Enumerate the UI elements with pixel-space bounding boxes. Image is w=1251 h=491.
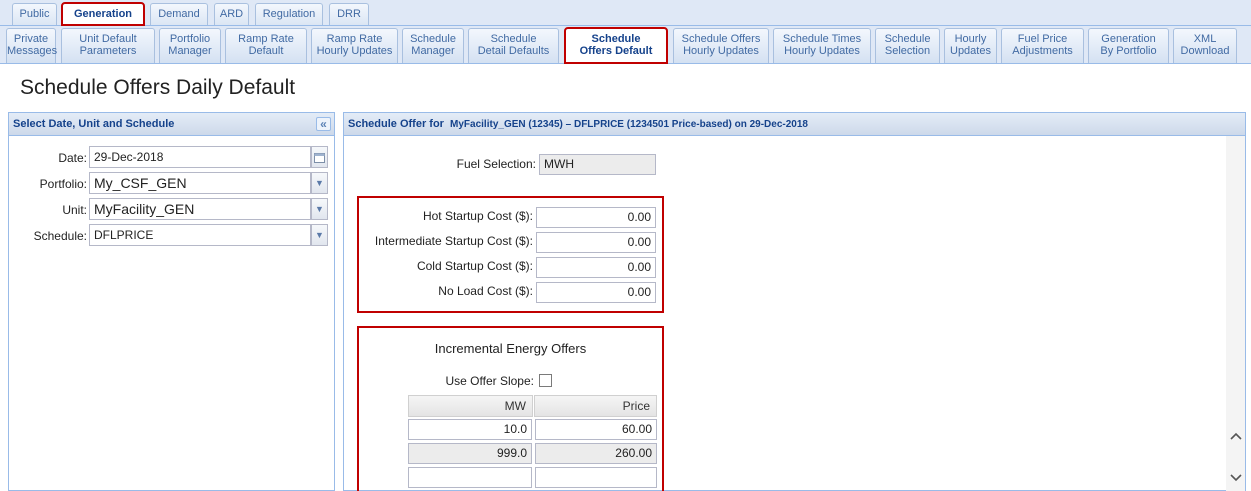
schedule-offer-panel: Schedule Offer for MyFacility_GEN (12345… (343, 112, 1246, 491)
select-panel-header: Select Date, Unit and Schedule « (9, 113, 334, 136)
subtab-schedule-detail-defaults[interactable]: Schedule Detail Defaults (468, 28, 559, 63)
subtab-ramp-rate-default[interactable]: Ramp Rate Default (225, 28, 307, 63)
offer-slope-label: Use Offer Slope: (445, 374, 535, 388)
offer-slope-checkbox[interactable] (539, 374, 552, 387)
date-label: Date: (58, 151, 87, 165)
chevron-down-icon[interactable]: ▼ (311, 198, 328, 220)
no-load-label: No Load Cost ($): (438, 284, 533, 298)
schedule-label: Schedule: (33, 229, 87, 243)
subtab-label: Schedule (884, 33, 931, 45)
tab-public[interactable]: Public (12, 3, 57, 25)
subtab-ramp-rate-hourly-updates[interactable]: Ramp Rate Hourly Updates (311, 28, 398, 63)
subtab-unit-default-parameters[interactable]: Unit Default Parameters (61, 28, 155, 63)
subtab-label: Hourly Updates (316, 45, 393, 57)
subtab-label: Adjustments (1012, 45, 1073, 57)
schedule-offer-detail: MyFacility_GEN (12345) – DFLPRICE (12345… (450, 119, 808, 130)
incremental-offers-title: Incremental Energy Offers (434, 341, 587, 356)
subtab-label: Fuel Price (1017, 33, 1068, 45)
chevron-down-icon[interactable]: ▼ (311, 172, 328, 194)
fuel-selection-label: Fuel Selection: (456, 157, 536, 171)
subtab-label: Unit Default (79, 33, 137, 45)
subtab-label: Parameters (79, 45, 137, 57)
subtab-xml-download[interactable]: XML Download (1173, 28, 1237, 63)
subtab-label: Portfolio (169, 33, 211, 45)
subtab-label: Updates (950, 45, 991, 57)
subtab-label: Ramp Rate (238, 33, 294, 45)
select-panel: Select Date, Unit and Schedule « Date: 2… (8, 112, 335, 491)
subtab-schedule-times-hourly-updates[interactable]: Schedule Times Hourly Updates (773, 28, 871, 63)
offer-price-input[interactable]: 60.00 (535, 419, 657, 440)
subtab-schedule-selection[interactable]: Schedule Selection (875, 28, 940, 63)
subtab-label: Selection (884, 45, 931, 57)
offer-price-input[interactable] (535, 467, 657, 488)
offer-mw-input[interactable] (408, 467, 532, 488)
tab-drr[interactable]: DRR (329, 3, 369, 25)
tab-regulation[interactable]: Regulation (255, 3, 323, 25)
subtab-label: Offers Default (579, 45, 653, 57)
schedule-offer-body: Fuel Selection: MWH Hot Startup Cost ($)… (344, 136, 1227, 491)
scroll-up-icon[interactable] (1228, 428, 1243, 443)
subtab-label: Manager (168, 45, 212, 57)
subtab-label: Default (248, 45, 284, 57)
hot-startup-label: Hot Startup Cost ($): (422, 209, 533, 223)
date-field[interactable]: 29-Dec-2018 (89, 146, 311, 168)
intermediate-startup-label: Intermediate Startup Cost ($): (374, 234, 533, 248)
portfolio-select[interactable]: My_CSF_GEN (89, 172, 311, 194)
subtab-schedule-offers-default[interactable]: Schedule Offers Default (564, 27, 668, 64)
unit-label: Unit: (62, 203, 87, 217)
chevron-down-icon[interactable]: ▼ (311, 224, 328, 246)
top-tab-bar: Public Generation Demand ARD Regulation … (0, 0, 1251, 26)
schedule-select[interactable]: DFLPRICE (89, 224, 311, 246)
subtab-hourly-updates[interactable]: Hourly Updates (944, 28, 997, 63)
subtab-label: Hourly (954, 33, 987, 45)
subtab-label: Schedule (490, 33, 537, 45)
offer-price-input[interactable]: 260.00 (535, 443, 657, 464)
subtab-label: Schedule Times (782, 33, 862, 45)
subtab-label: Generation (1101, 33, 1156, 45)
schedule-offer-title: Schedule Offer for (348, 118, 444, 130)
subtab-label: Messages (7, 45, 58, 57)
subtab-label: Schedule Offers (681, 33, 761, 45)
collapse-left-icon[interactable]: « (316, 117, 331, 131)
no-load-input[interactable]: 0.00 (536, 282, 656, 303)
subtab-label: Download (1180, 45, 1230, 57)
tab-ard[interactable]: ARD (214, 3, 249, 25)
portfolio-label: Portfolio: (39, 177, 87, 191)
subtab-portfolio-manager[interactable]: Portfolio Manager (159, 28, 221, 63)
offer-mw-input[interactable]: 10.0 (408, 419, 532, 440)
subtab-label: Detail Defaults (477, 45, 550, 57)
subtab-label: XML (1193, 33, 1217, 45)
tab-generation[interactable]: Generation (61, 2, 145, 26)
calendar-icon[interactable] (311, 146, 328, 168)
cold-startup-input[interactable]: 0.00 (536, 257, 656, 278)
subtab-label: Hourly Updates (683, 45, 759, 57)
subtab-label: Hourly Updates (784, 45, 860, 57)
vertical-scrollbar[interactable] (1226, 136, 1245, 491)
subtab-label: Schedule (410, 33, 456, 45)
offer-mw-input[interactable]: 999.0 (408, 443, 532, 464)
page-title: Schedule Offers Daily Default (20, 76, 296, 99)
subtab-label: Ramp Rate (326, 33, 383, 45)
subtab-label: Schedule (591, 33, 641, 45)
scroll-down-icon[interactable] (1228, 470, 1243, 485)
cold-startup-label: Cold Startup Cost ($): (416, 259, 533, 273)
subtab-fuel-price-adjustments[interactable]: Fuel Price Adjustments (1001, 28, 1084, 63)
subtab-schedule-offers-hourly-updates[interactable]: Schedule Offers Hourly Updates (673, 28, 769, 63)
subtab-label: Manager (411, 45, 455, 57)
schedule-offer-header: Schedule Offer for MyFacility_GEN (12345… (344, 113, 1245, 136)
hot-startup-input[interactable]: 0.00 (536, 207, 656, 228)
grid-header-mw: MW (408, 395, 533, 417)
unit-select[interactable]: MyFacility_GEN (89, 198, 311, 220)
subtab-label: By Portfolio (1100, 45, 1157, 57)
subtab-label: Private (13, 33, 49, 45)
subtab-schedule-manager[interactable]: Schedule Manager (402, 28, 464, 63)
tab-demand[interactable]: Demand (150, 3, 208, 25)
subtab-private-messages[interactable]: Private Messages (6, 28, 58, 63)
fuel-selection-field: MWH (539, 154, 656, 175)
grid-header-price: Price (534, 395, 657, 417)
select-panel-title: Select Date, Unit and Schedule (13, 118, 175, 130)
subtab-generation-by-portfolio[interactable]: Generation By Portfolio (1088, 28, 1169, 63)
sub-tab-bar: Private Messages Unit Default Parameters P… (0, 26, 1251, 64)
intermediate-startup-input[interactable]: 0.00 (536, 232, 656, 253)
